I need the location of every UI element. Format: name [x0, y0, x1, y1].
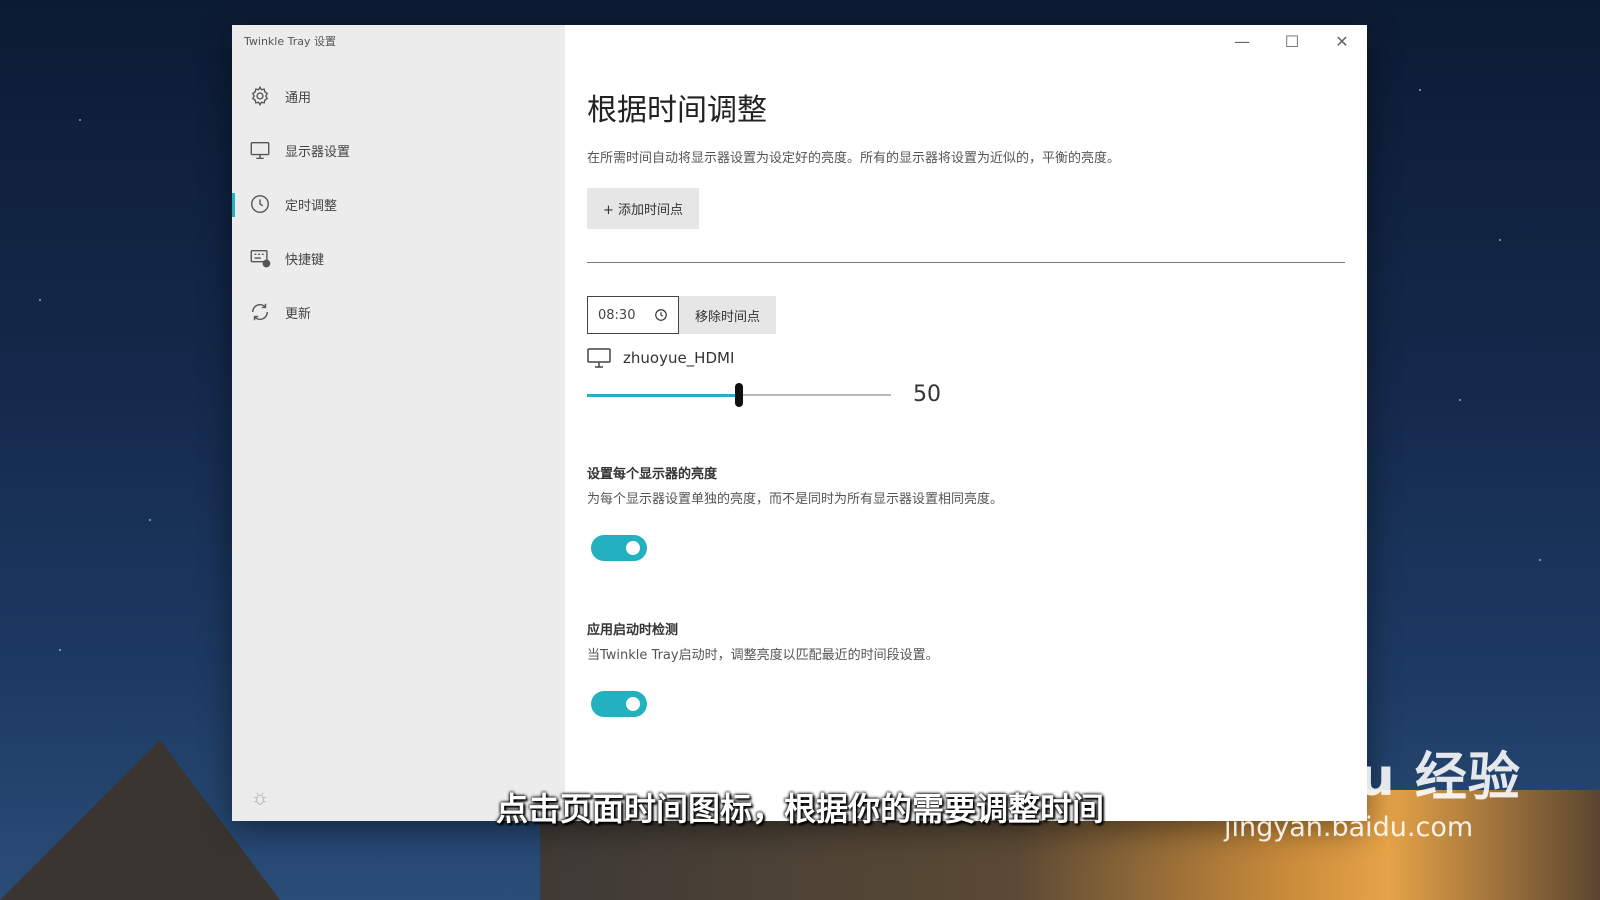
baidu-watermark: Baidu 经验 jingyan.baidu.com — [1224, 735, 1521, 843]
monitor-name: zhuoyue_HDMI — [623, 349, 735, 367]
content: 根据时间调整 在所需时间自动将显示器设置为设定好的亮度。所有的显示器将设置为近似… — [587, 85, 1345, 717]
watermark-logo: Baidu 经验 — [1224, 748, 1521, 808]
refresh-icon — [249, 301, 271, 323]
sidebar: Twinkle Tray 设置 通用 显示器设置 定时调整 快捷键 更新 — [232, 25, 565, 821]
brightness-value: 50 — [913, 382, 941, 407]
monitor-row: zhuoyue_HDMI — [587, 348, 1345, 368]
remove-time-button[interactable]: 移除时间点 — [679, 296, 777, 334]
sidebar-item-label: 定时调整 — [285, 198, 338, 214]
sidebar-item-monitors[interactable]: 显示器设置 — [232, 123, 565, 177]
main-panel: — ☐ ✕ 根据时间调整 在所需时间自动将显示器设置为设定好的亮度。所有的显示器… — [565, 25, 1367, 821]
maximize-button[interactable]: ☐ — [1267, 25, 1317, 57]
toggle-knob — [626, 541, 640, 555]
setting-title: 应用启动时检测 — [587, 623, 679, 638]
window-title: Twinkle Tray 设置 — [244, 35, 336, 48]
window-controls: — ☐ ✕ — [1217, 25, 1367, 57]
slider-thumb[interactable] — [735, 382, 743, 407]
clock-icon[interactable] — [654, 308, 668, 322]
gear-icon — [249, 85, 271, 107]
time-entry-row: 08:30 移除时间点 — [587, 296, 1345, 334]
sidebar-item-hotkeys[interactable]: 快捷键 — [232, 231, 565, 285]
sidebar-item-updates[interactable]: 更新 — [232, 285, 565, 339]
sidebar-item-label: 通用 — [285, 90, 312, 106]
settings-window: Twinkle Tray 设置 通用 显示器设置 定时调整 快捷键 更新 — ☐… — [232, 25, 1367, 821]
sidebar-item-label: 更新 — [285, 306, 312, 322]
sidebar-item-general[interactable]: 通用 — [232, 69, 565, 123]
sidebar-item-label: 快捷键 — [285, 252, 325, 268]
keyboard-icon — [249, 247, 271, 269]
startup-check-toggle[interactable] — [591, 691, 647, 717]
per-monitor-toggle[interactable] — [591, 535, 647, 561]
setting-description: 当Twinkle Tray启动时，调整亮度以匹配最近的时间段设置。 — [587, 648, 939, 663]
clock-icon — [249, 193, 271, 215]
page-description: 在所需时间自动将显示器设置为设定好的亮度。所有的显示器将设置为近似的，平衡的亮度… — [587, 151, 1121, 166]
brightness-slider[interactable] — [587, 382, 891, 407]
brightness-row: 50 — [587, 382, 1345, 407]
sidebar-item-schedule[interactable]: 定时调整 — [232, 177, 565, 231]
minimize-button[interactable]: — — [1217, 25, 1267, 57]
add-time-button[interactable]: + 添加时间点 — [587, 188, 700, 229]
toggle-knob — [626, 697, 640, 711]
close-button[interactable]: ✕ — [1317, 25, 1367, 57]
slider-fill — [587, 393, 739, 397]
sidebar-item-label: 显示器设置 — [285, 144, 351, 160]
setting-per-monitor: 设置每个显示器的亮度 为每个显示器设置单独的亮度，而不是同时为所有显示器设置相同… — [587, 463, 1345, 561]
monitor-icon — [587, 348, 611, 368]
time-input[interactable]: 08:30 — [587, 296, 679, 334]
time-value: 08:30 — [598, 307, 636, 323]
setting-title: 设置每个显示器的亮度 — [587, 467, 718, 482]
watermark-url: jingyan.baidu.com — [1224, 812, 1474, 843]
monitor-icon — [249, 139, 271, 161]
page-title: 根据时间调整 — [587, 93, 767, 128]
sidebar-nav: 通用 显示器设置 定时调整 快捷键 更新 — [232, 69, 565, 339]
setting-description: 为每个显示器设置单独的亮度，而不是同时为所有显示器设置相同亮度。 — [587, 492, 1004, 507]
setting-startup-check: 应用启动时检测 当Twinkle Tray启动时，调整亮度以匹配最近的时间段设置… — [587, 619, 1345, 717]
divider — [587, 262, 1345, 263]
